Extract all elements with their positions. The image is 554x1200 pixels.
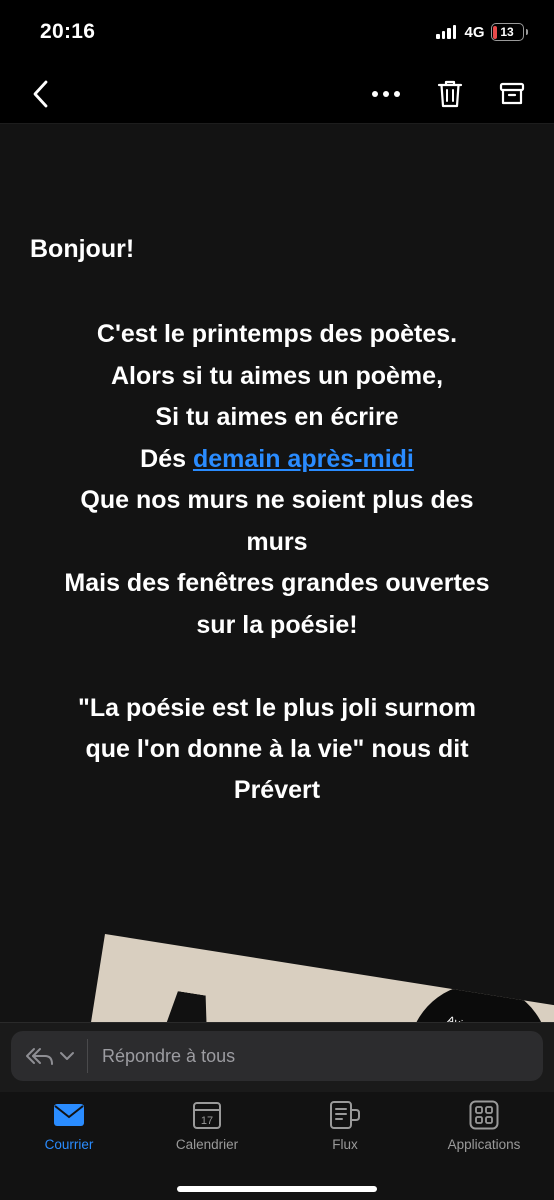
tab-applications[interactable]: Applications	[415, 1092, 553, 1162]
attached-image[interactable]: Avis les	[83, 934, 554, 1024]
poem-line: Que nos murs ne soient plus des	[80, 486, 474, 514]
feed-icon	[328, 1099, 362, 1131]
more-horizontal-icon	[372, 91, 400, 97]
status-indicators: 4G 13	[436, 23, 528, 41]
tab-label: Courrier	[44, 1137, 94, 1152]
reply-all-icon	[26, 1048, 53, 1065]
poem-line: Si tu aimes en écrire	[155, 403, 399, 431]
delete-button[interactable]	[428, 64, 472, 124]
tab-mail[interactable]: Courrier	[0, 1092, 138, 1162]
poem-line: Mais des fenêtres grandes ouvertes	[64, 569, 490, 597]
tab-label: Applications	[447, 1137, 521, 1152]
tab-bar: Courrier 17 Calendrier Flux Applications	[0, 1092, 554, 1200]
quote-line: Prévert	[233, 776, 321, 804]
status-time: 20:16	[40, 20, 96, 43]
tab-calendar[interactable]: 17 Calendrier	[138, 1092, 276, 1162]
archive-icon	[499, 82, 525, 105]
reply-mode-button[interactable]	[11, 1039, 88, 1073]
email-poem: C'est le printemps des poètes. Alors si …	[22, 314, 532, 646]
poem-line-prefix: Dés	[140, 444, 193, 473]
reply-all-field[interactable]: Répondre à tous	[11, 1031, 543, 1081]
date-link[interactable]: demain après-midi	[193, 445, 414, 473]
back-button[interactable]	[20, 64, 60, 124]
archive-button[interactable]	[490, 64, 534, 124]
attached-image-badge	[398, 973, 554, 1024]
poem-line: sur la poésie!	[196, 610, 358, 639]
apps-grid-icon	[469, 1099, 499, 1131]
email-body: Bonjour! C'est le printemps des poètes. …	[0, 124, 554, 1024]
poem-line: Alors si tu aimes un poème,	[110, 361, 444, 390]
tab-label: Flux	[332, 1137, 358, 1152]
chevron-left-icon	[33, 80, 48, 108]
chevron-down-icon	[60, 1052, 74, 1060]
attached-image-letter	[140, 988, 226, 1024]
reply-area: Répondre à tous	[0, 1022, 554, 1092]
poem-line: C'est le printemps des poètes.	[96, 320, 458, 348]
email-toolbar	[0, 64, 554, 124]
status-bar: 20:16 4G 13	[0, 0, 554, 64]
poem-line-with-link: Dés demain après-midi	[22, 439, 532, 481]
tab-label: Calendrier	[175, 1137, 239, 1152]
battery-level: 13	[500, 25, 514, 39]
battery-fill	[493, 25, 498, 39]
calendar-day: 17	[201, 1115, 213, 1127]
battery-tip	[525, 29, 528, 35]
email-quote: "La poésie est le plus joli surnom que l…	[22, 688, 532, 811]
network-type: 4G	[464, 23, 485, 41]
mail-icon	[53, 1099, 85, 1131]
trash-icon	[437, 80, 463, 108]
poem-line: murs	[246, 527, 308, 556]
calendar-icon: 17	[192, 1099, 222, 1131]
home-indicator[interactable]	[177, 1186, 377, 1192]
tab-feed[interactable]: Flux	[276, 1092, 414, 1162]
quote-line: "La poésie est le plus joli surnom	[77, 694, 477, 722]
reply-placeholder: Répondre à tous	[102, 1045, 236, 1066]
email-greeting: Bonjour!	[30, 235, 135, 263]
cellular-signal-icon	[436, 25, 457, 39]
battery-icon: 13	[490, 23, 524, 41]
more-options-button[interactable]	[364, 64, 408, 124]
quote-line: que l'on donne à la vie" nous dit	[85, 735, 469, 763]
